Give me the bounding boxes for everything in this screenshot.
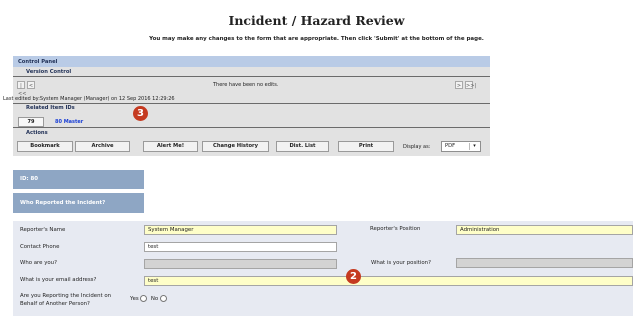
page-title: Incident / Hazard Review — [228, 13, 405, 28]
behalf-label-line1: Are you Reporting the Incident on — [20, 293, 112, 299]
chevron-down-icon: ▾ — [469, 143, 479, 150]
related-master-link[interactable]: 80 Master — [55, 119, 83, 125]
display-as-select[interactable]: PDF ▾ — [441, 141, 481, 152]
what-position-field[interactable] — [456, 258, 633, 268]
page-instructions: You may make any changes to the form tha… — [149, 36, 484, 42]
actions-label: Actions — [26, 130, 48, 136]
what-position-label: What is your position? — [371, 260, 431, 266]
no-radio[interactable] — [159, 295, 167, 302]
email-field[interactable]: test — [144, 276, 633, 286]
section-tab-who-reported[interactable]: Who Reported the Incident? — [13, 193, 144, 213]
nav-first-button[interactable]: |<< — [17, 81, 26, 97]
display-as-label: Display as: — [403, 144, 431, 150]
annotation-badge-2: 2 — [346, 269, 361, 284]
yes-label: Yes — [130, 296, 139, 302]
reporter-position-label: Reporter's Position — [370, 226, 421, 232]
divider — [13, 127, 490, 128]
bookmark-button[interactable]: Bookmark — [17, 141, 73, 152]
reporter-position-field[interactable]: Administration — [456, 225, 633, 235]
last-edited-info: Last edited by:System Manager (Manager) … — [3, 96, 175, 102]
nav-prev-button[interactable]: < — [27, 81, 35, 89]
divider — [13, 76, 490, 77]
behalf-radio-group: Yes No — [130, 295, 167, 302]
control-panel-header — [13, 56, 490, 67]
reporter-name-field[interactable]: System Manager — [144, 225, 337, 235]
nav-next-button[interactable]: > — [455, 81, 463, 89]
who-are-you-label: Who are you? — [20, 260, 57, 266]
annotation-badge-3: 3 — [133, 106, 148, 121]
divider — [13, 103, 490, 104]
display-as-value: PDF — [445, 143, 456, 149]
version-control-label: Version Control — [26, 69, 72, 75]
contact-phone-label: Contact Phone — [20, 244, 60, 250]
dist-list-button[interactable]: Dist. List — [276, 141, 329, 152]
control-panel-title: Control Panel — [18, 59, 58, 65]
change-history-button[interactable]: Change History — [202, 141, 269, 152]
archive-button[interactable]: Archive — [75, 141, 130, 152]
reporter-name-label: Reporter's Name — [20, 227, 66, 233]
contact-phone-field[interactable]: test — [144, 242, 337, 252]
yes-radio[interactable] — [140, 295, 148, 302]
print-button[interactable]: Print — [338, 141, 394, 152]
edits-status: There have been no edits. — [213, 82, 279, 88]
alert-me-button[interactable]: Alert Me! — [143, 141, 198, 152]
related-ids-label: Related Item IDs — [26, 105, 75, 111]
no-label: No — [150, 296, 159, 302]
related-id-79[interactable]: 79 — [18, 117, 44, 127]
who-are-you-field[interactable] — [144, 259, 337, 269]
nav-last-button[interactable]: >>| — [465, 81, 476, 89]
email-label: What is your email address? — [20, 277, 97, 283]
reporter-form: Reporter's Name System Manager Reporter'… — [13, 221, 633, 316]
record-id-tab[interactable]: ID: 80 — [13, 170, 144, 189]
behalf-label-line2: Behalf of Another Person? — [20, 301, 90, 307]
